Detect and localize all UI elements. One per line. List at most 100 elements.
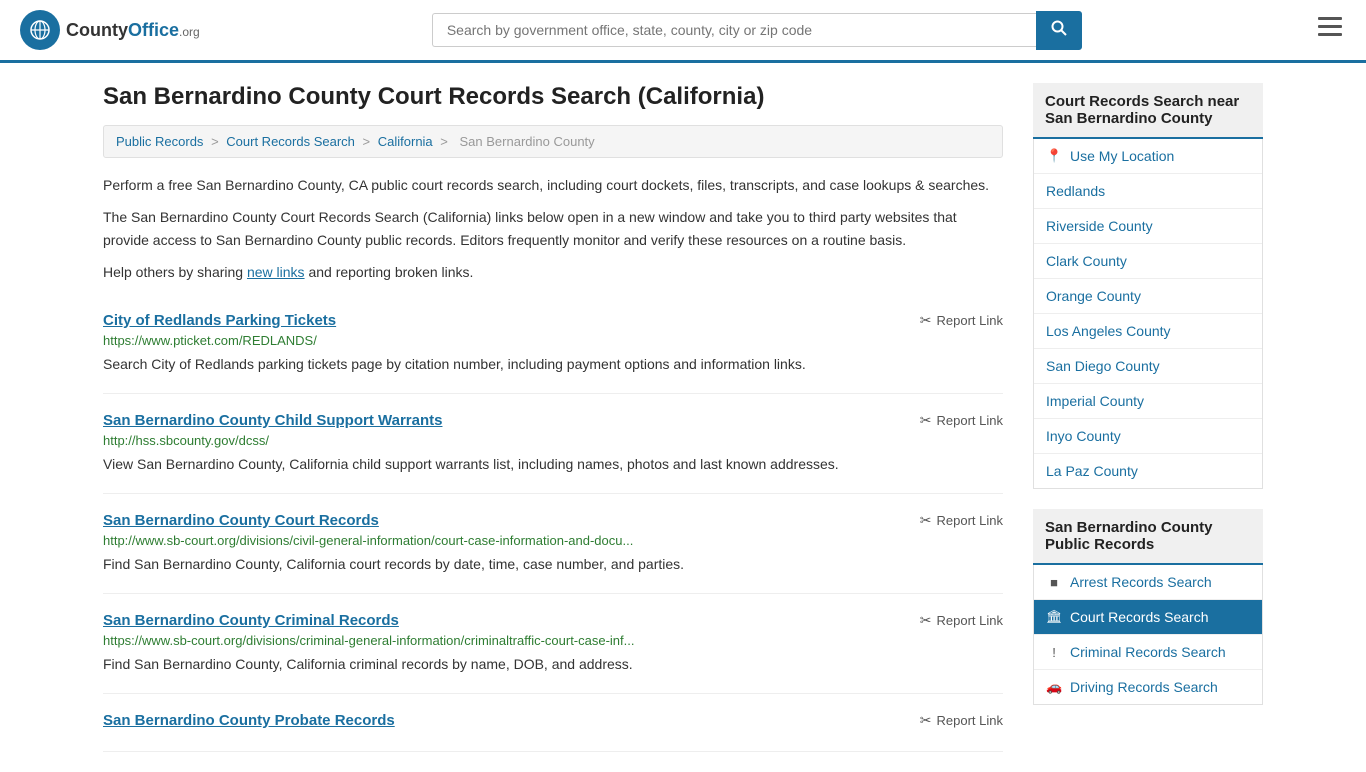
nearby-item-6: San Diego County — [1034, 349, 1262, 384]
report-icon-4: ✂ — [920, 712, 932, 729]
nearby-item-2: Riverside County — [1034, 209, 1262, 244]
nearby-link-9[interactable]: La Paz County — [1034, 454, 1262, 488]
public-records-link-0[interactable]: ■ Arrest Records Search — [1034, 565, 1262, 599]
result-title-0[interactable]: City of Redlands Parking Tickets — [103, 312, 336, 329]
public-records-icon-0: ■ — [1046, 575, 1062, 590]
public-records-item-0: ■ Arrest Records Search — [1034, 565, 1262, 600]
nearby-link-6[interactable]: San Diego County — [1034, 349, 1262, 383]
nearby-item-4: Orange County — [1034, 279, 1262, 314]
nearby-label-2: Riverside County — [1046, 218, 1153, 234]
public-records-link-3[interactable]: 🚗 Driving Records Search — [1034, 670, 1262, 704]
logo-area: CountyOffice.org — [20, 10, 200, 50]
breadcrumb-california[interactable]: California — [378, 134, 433, 149]
header: CountyOffice.org — [0, 0, 1366, 63]
result-url-0: https://www.pticket.com/REDLANDS/ — [103, 333, 1003, 348]
result-title-1[interactable]: San Bernardino County Child Support Warr… — [103, 412, 442, 429]
nearby-item-9: La Paz County — [1034, 454, 1262, 488]
result-url-1: http://hss.sbcounty.gov/dcss/ — [103, 433, 1003, 448]
nearby-link-2[interactable]: Riverside County — [1034, 209, 1262, 243]
report-link-label-1: Report Link — [937, 413, 1003, 428]
breadcrumb-current: San Bernardino County — [460, 134, 595, 149]
result-url-3: https://www.sb-court.org/divisions/crimi… — [103, 633, 1003, 648]
report-icon-1: ✂ — [920, 412, 932, 429]
report-icon-3: ✂ — [920, 612, 932, 629]
report-icon-0: ✂ — [920, 312, 932, 329]
public-records-item-1: 🏛 Court Records Search — [1034, 600, 1262, 635]
results-container: City of Redlands Parking Tickets ✂ Repor… — [103, 294, 1003, 752]
search-button[interactable] — [1036, 11, 1082, 50]
new-links-link[interactable]: new links — [247, 264, 305, 280]
result-desc-0: Search City of Redlands parking tickets … — [103, 354, 1003, 375]
result-url-2: http://www.sb-court.org/divisions/civil-… — [103, 533, 1003, 548]
public-records-label-0: Arrest Records Search — [1070, 574, 1212, 590]
public-records-label-3: Driving Records Search — [1070, 679, 1218, 695]
breadcrumb-court-records[interactable]: Court Records Search — [226, 134, 355, 149]
report-link-label-0: Report Link — [937, 313, 1003, 328]
use-location-label: Use My Location — [1070, 148, 1174, 164]
result-desc-3: Find San Bernardino County, California c… — [103, 654, 1003, 675]
logo-icon — [20, 10, 60, 50]
page-title: San Bernardino County Court Records Sear… — [103, 83, 1003, 111]
report-link-label-2: Report Link — [937, 513, 1003, 528]
report-link-btn-4[interactable]: ✂ Report Link — [920, 712, 1003, 729]
nearby-label-4: Orange County — [1046, 288, 1141, 304]
main-container: San Bernardino County Court Records Sear… — [83, 63, 1283, 772]
result-title-3[interactable]: San Bernardino County Criminal Records — [103, 612, 399, 629]
search-input[interactable] — [432, 13, 1036, 47]
public-records-header: San Bernardino County Public Records — [1033, 509, 1263, 565]
report-link-label-3: Report Link — [937, 613, 1003, 628]
hamburger-icon — [1318, 17, 1342, 37]
nearby-item-1: Redlands — [1034, 174, 1262, 209]
report-link-btn-1[interactable]: ✂ Report Link — [920, 412, 1003, 429]
report-link-btn-3[interactable]: ✂ Report Link — [920, 612, 1003, 629]
logo-svg — [27, 17, 53, 43]
public-records-link-2[interactable]: ! Criminal Records Search — [1034, 635, 1262, 669]
nearby-link-3[interactable]: Clark County — [1034, 244, 1262, 278]
public-records-list: ■ Arrest Records Search 🏛 Court Records … — [1033, 565, 1263, 705]
nearby-item-7: Imperial County — [1034, 384, 1262, 419]
nearby-item-8: Inyo County — [1034, 419, 1262, 454]
breadcrumb-public-records[interactable]: Public Records — [116, 134, 203, 149]
nearby-header: Court Records Search near San Bernardino… — [1033, 83, 1263, 139]
intro-paragraph-2: The San Bernardino County Court Records … — [103, 206, 1003, 251]
nearby-link-8[interactable]: Inyo County — [1034, 419, 1262, 453]
public-records-icon-3: 🚗 — [1046, 679, 1062, 695]
public-records-item-2: ! Criminal Records Search — [1034, 635, 1262, 670]
nearby-link-7[interactable]: Imperial County — [1034, 384, 1262, 418]
public-records-link-1[interactable]: 🏛 Court Records Search — [1034, 600, 1262, 634]
nearby-label-9: La Paz County — [1046, 463, 1138, 479]
result-item: City of Redlands Parking Tickets ✂ Repor… — [103, 294, 1003, 394]
search-area — [432, 11, 1082, 50]
nearby-item-0: 📍 Use My Location — [1034, 139, 1262, 174]
intro-paragraph-1: Perform a free San Bernardino County, CA… — [103, 174, 1003, 196]
result-item: San Bernardino County Criminal Records ✂… — [103, 594, 1003, 694]
result-desc-2: Find San Bernardino County, California c… — [103, 554, 1003, 575]
result-item: San Bernardino County Court Records ✂ Re… — [103, 494, 1003, 594]
nearby-label-6: San Diego County — [1046, 358, 1160, 374]
content-area: San Bernardino County Court Records Sear… — [103, 83, 1003, 752]
sidebar: Court Records Search near San Bernardino… — [1033, 83, 1263, 752]
menu-button[interactable] — [1314, 13, 1346, 47]
nearby-label-8: Inyo County — [1046, 428, 1121, 444]
result-title-4[interactable]: San Bernardino County Probate Records — [103, 712, 395, 729]
public-records-icon-2: ! — [1046, 645, 1062, 660]
nearby-label-1: Redlands — [1046, 183, 1105, 199]
report-link-btn-2[interactable]: ✂ Report Link — [920, 512, 1003, 529]
result-item: San Bernardino County Probate Records ✂ … — [103, 694, 1003, 752]
nearby-link-1[interactable]: Redlands — [1034, 174, 1262, 208]
result-desc-1: View San Bernardino County, California c… — [103, 454, 1003, 475]
public-records-label-1: Court Records Search — [1070, 609, 1209, 625]
nearby-section: Court Records Search near San Bernardino… — [1033, 83, 1263, 489]
location-icon: 📍 — [1046, 148, 1062, 164]
nearby-link-5[interactable]: Los Angeles County — [1034, 314, 1262, 348]
use-location-link[interactable]: 📍 Use My Location — [1034, 139, 1262, 173]
nearby-item-5: Los Angeles County — [1034, 314, 1262, 349]
result-title-2[interactable]: San Bernardino County Court Records — [103, 512, 379, 529]
report-link-btn-0[interactable]: ✂ Report Link — [920, 312, 1003, 329]
public-records-label-2: Criminal Records Search — [1070, 644, 1226, 660]
search-icon — [1051, 20, 1067, 36]
nearby-link-4[interactable]: Orange County — [1034, 279, 1262, 313]
public-records-item-3: 🚗 Driving Records Search — [1034, 670, 1262, 704]
nearby-label-3: Clark County — [1046, 253, 1127, 269]
report-icon-2: ✂ — [920, 512, 932, 529]
